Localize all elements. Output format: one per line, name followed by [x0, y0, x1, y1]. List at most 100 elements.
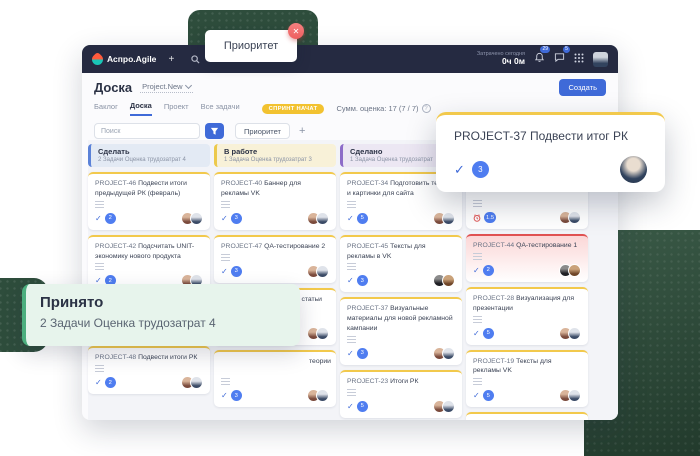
logo-flame-icon [90, 51, 106, 67]
check-icon: ✓ [473, 329, 480, 338]
task-footer: ✓3 [221, 265, 329, 278]
apps-grid-icon[interactable] [574, 50, 584, 68]
check-icon: ✓ [473, 266, 480, 275]
avatar [442, 400, 455, 413]
description-icon [221, 201, 230, 208]
task-card[interactable]: PROJECT-37 Визуальные материалы для ново… [340, 297, 462, 365]
estimate-badge: 1.5 [484, 212, 496, 223]
task-title: PROJECT-37 Визуальные материалы для ново… [347, 304, 455, 334]
task-code: PROJECT-19 [473, 358, 516, 365]
filter-funnel-button[interactable] [205, 123, 224, 139]
description-icon [95, 201, 104, 208]
task-card[interactable]: теории✓3 [214, 350, 336, 407]
avatar [568, 264, 581, 277]
description-icon [347, 389, 356, 396]
check-icon: ✓ [347, 276, 354, 285]
description-icon [347, 201, 356, 208]
task-card[interactable]: PROJECT-48 Подвести итоги РК✓2 [88, 346, 210, 394]
search-icon[interactable] [186, 55, 204, 64]
filter-chip-priority[interactable]: Приоритет [235, 123, 290, 139]
help-icon[interactable]: ? [422, 104, 431, 113]
board-column: Сделать2 Задачи Оценка трудозатрат 4 PROJ… [88, 144, 210, 420]
estimate-badge: 2 [483, 265, 494, 276]
description-icon [473, 253, 482, 260]
create-button[interactable]: Создать [559, 79, 606, 96]
task-card[interactable]: PROJECT-47 QA-тестирование 2✓3 [214, 235, 336, 283]
assignee-avatars [185, 376, 203, 389]
task-title: PROJECT-46 Подвести итоги предыдущей РК … [95, 179, 203, 199]
estimate-badge: 5 [483, 390, 494, 401]
check-icon: ✓ [221, 214, 228, 223]
column-title: Сделать [98, 147, 203, 156]
brand-name: Аспро.Agile [107, 54, 156, 64]
tab-board[interactable]: Доска [130, 101, 152, 116]
messages-icon[interactable]: 5 [554, 50, 565, 68]
task-card[interactable]: PROJECT-19 Тексты для рекламы VK✓5 [466, 350, 588, 408]
task-card[interactable]: PROJECT-23 Итоги РК✓5 [340, 370, 462, 418]
user-avatar[interactable] [593, 52, 608, 67]
messages-badge: 5 [563, 46, 570, 53]
board-column: В работе1 Задача Оценка трудозатрат 3 PRO… [214, 144, 336, 420]
description-icon [473, 378, 482, 385]
close-icon[interactable]: ✕ [288, 23, 304, 39]
task-card[interactable]: PROJECT-40 Баннер для рекламы VK✓3 [214, 172, 336, 230]
app-window: Аспро.Agile + Сп Затрачено сегодня 0ч 0м… [82, 45, 618, 420]
tab-all-tasks[interactable]: Все задачи [201, 102, 240, 115]
highlight-card-project-37[interactable]: PROJECT-37 Подвести итог РК ✓ 3 [436, 112, 665, 192]
avatar [568, 211, 581, 224]
column-meta: 1 Задача Оценка трудозатрат 3 [224, 157, 329, 163]
assignee-avatars [437, 347, 455, 360]
task-footer: ✓5 [347, 400, 455, 413]
task-code: PROJECT-46 [95, 180, 138, 187]
task-card[interactable]: PROJECT-16 Подвести итоги РК [466, 412, 588, 420]
accepted-title: Принято [40, 294, 286, 311]
assignee-avatars [563, 264, 581, 277]
project-selector[interactable]: Project.New [140, 82, 192, 93]
task-title: PROJECT-45 Тексты для рекламы в VK [347, 242, 455, 262]
check-icon: ✓ [473, 391, 480, 400]
task-code: PROJECT-23 [347, 378, 390, 385]
tab-backlog[interactable]: Баклог [94, 102, 118, 115]
estimate-badge: 5 [483, 328, 494, 339]
task-code: PROJECT-28 [473, 295, 516, 302]
column-header: В работе1 Задача Оценка трудозатрат 3 [214, 144, 336, 167]
description-icon [473, 316, 482, 323]
time-tracker: Затрачено сегодня 0ч 0м [477, 51, 525, 66]
search-input[interactable] [94, 123, 200, 139]
estimate-badge: 2 [105, 213, 116, 224]
task-code: PROJECT-42 [95, 243, 138, 250]
estimate-badge: 2 [105, 377, 116, 388]
highlight-card-title: PROJECT-37 Подвести итог РК [454, 129, 647, 143]
add-icon[interactable]: + [162, 54, 180, 65]
task-card[interactable]: PROJECT-28 Визуализация для презентации ✓… [466, 287, 588, 345]
column-header: Сделать2 Задачи Оценка трудозатрат 4 [88, 144, 210, 167]
assignee-avatars [311, 212, 329, 225]
notifications-bell-icon[interactable]: 29 [534, 50, 545, 68]
funnel-icon [210, 127, 219, 136]
task-card[interactable]: PROJECT-44 QA-тестирование 1 ✓2 [466, 234, 588, 282]
assignee-avatars [437, 400, 455, 413]
assignee-avatars [563, 327, 581, 340]
tab-project[interactable]: Проект [164, 102, 189, 115]
task-card[interactable]: PROJECT-45 Тексты для рекламы в VK✓3 [340, 235, 462, 293]
column-meta: 2 Задачи Оценка трудозатрат 4 [98, 157, 203, 163]
check-icon: ✓ [347, 214, 354, 223]
avatar [442, 274, 455, 287]
board-header: Доска Project.New Создать [82, 73, 618, 96]
task-title: PROJECT-44 QA-тестирование 1 [473, 241, 581, 251]
avatar [442, 212, 455, 225]
task-code: PROJECT-40 [221, 180, 264, 187]
avatar [568, 327, 581, 340]
task-footer: ✓5 [347, 212, 455, 225]
task-title: PROJECT-28 Визуализация для презентации [473, 294, 581, 314]
assignee-avatar [620, 156, 647, 183]
task-footer: ✓3 [221, 389, 329, 402]
task-code: PROJECT-48 [95, 354, 138, 361]
task-title: PROJECT-42 Подсчитать UNIT-экономику нов… [95, 242, 203, 262]
avatar [190, 212, 203, 225]
task-card[interactable]: PROJECT-46 Подвести итоги предыдущей РК … [88, 172, 210, 230]
avatar [316, 327, 329, 340]
assignee-avatars [311, 389, 329, 402]
app-logo[interactable]: Аспро.Agile [92, 54, 156, 65]
add-filter-button[interactable]: + [299, 125, 305, 137]
